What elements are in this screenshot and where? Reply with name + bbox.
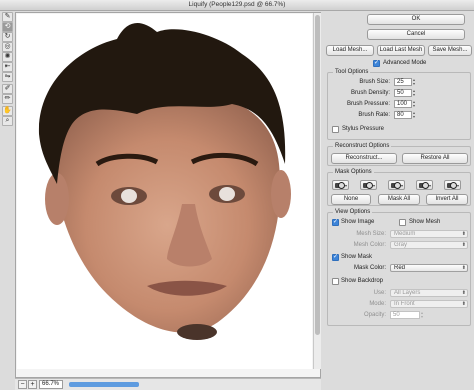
advanced-mode-checkbox[interactable] — [373, 59, 380, 67]
chevron-down-icon: ⬍ — [461, 301, 466, 307]
mask-all-button[interactable]: Mask All — [378, 194, 420, 205]
mask-color-select[interactable]: Red ⬍ — [390, 264, 468, 272]
hand-icon[interactable]: ✋ — [2, 106, 13, 116]
mask-color-label: Mask Color: — [353, 265, 386, 271]
window-title: Liquify (People129.psd @ 66.7%) — [188, 1, 286, 8]
brush-size-label: Brush Size: — [359, 79, 390, 85]
mask-options-title: Mask Options — [333, 169, 374, 175]
show-image-label: Show Image — [341, 219, 375, 225]
reconstruct-options-title: Reconstruct Options — [333, 143, 392, 149]
mirror-icon[interactable]: ⇋ — [2, 72, 13, 82]
stylus-pressure-label: Stylus Pressure — [342, 126, 385, 132]
ok-button[interactable]: OK — [367, 14, 465, 25]
show-image-checkbox[interactable] — [332, 218, 339, 226]
backdrop-opacity-label: Opacity: — [363, 312, 386, 318]
show-backdrop-label: Show Backdrop — [341, 278, 384, 284]
reconstruct-options-section: Reconstruct Options Reconstruct... Resto… — [327, 143, 471, 166]
mask-color-value: Red — [394, 265, 406, 271]
scroll-thumb[interactable] — [315, 15, 320, 335]
brush-density-field[interactable]: 50 — [394, 89, 412, 97]
invert-all-button[interactable]: Invert All — [426, 194, 468, 205]
reconstruct-icon[interactable]: ⟲ — [2, 22, 13, 32]
view-options-section: View Options Show Image Show Mesh Mesh S… — [327, 209, 471, 326]
backdrop-use-select[interactable]: All Layers ⬍ — [390, 289, 468, 297]
tool-options-title: Tool Options — [333, 69, 371, 75]
restore-all-button[interactable]: Restore All — [402, 153, 468, 164]
mesh-size-label: Mesh Size: — [356, 231, 386, 237]
cancel-button[interactable]: Cancel — [367, 29, 465, 40]
preview-area — [15, 12, 321, 378]
replace-selection-icon[interactable]: ▾ — [332, 180, 349, 190]
chevron-down-icon: ⬍ — [461, 265, 466, 271]
zoom-icon[interactable]: ⌕ — [2, 116, 13, 126]
backdrop-mode-select[interactable]: In Front ⬍ — [390, 300, 468, 308]
brush-density-label: Brush Density: — [350, 90, 390, 96]
load-last-mesh-button[interactable]: Load Last Mesh — [377, 45, 425, 56]
face-image — [38, 22, 291, 340]
brush-rate-label: Brush Rate: — [358, 112, 390, 118]
backdrop-mode-label: Mode: — [369, 301, 386, 307]
view-options-title: View Options — [333, 209, 373, 215]
brush-pressure-field[interactable]: 100 — [394, 100, 412, 108]
show-mask-checkbox[interactable] — [332, 253, 339, 261]
mask-mode-row: ▾ ▾ ▾ ▾ ▾ — [328, 180, 472, 191]
zoom-in-button[interactable]: + — [28, 380, 37, 389]
horizontal-scrollbar[interactable] — [69, 382, 139, 387]
intersect-selection-icon[interactable]: ▾ — [416, 180, 433, 190]
show-mesh-label: Show Mesh — [409, 219, 441, 225]
subtract-from-selection-icon[interactable]: ▾ — [388, 180, 405, 190]
freeze-mask-icon[interactable]: ✐ — [2, 84, 13, 94]
forward-warp-icon[interactable]: ✎ — [2, 12, 13, 22]
tool-options-section: Tool Options Brush Size: 25 ▴ ▾ Brush Den… — [327, 69, 471, 140]
backdrop-mode-value: In Front — [394, 301, 415, 307]
zoom-bar: − + 66.7% — [15, 378, 321, 390]
mesh-size-value: Medium — [394, 231, 416, 237]
brush-pressure-label: Brush Pressure: — [346, 101, 390, 107]
chevron-down-icon: ⬍ — [461, 242, 466, 248]
brush-pressure-stepper-icon[interactable]: ▴ ▾ — [413, 100, 417, 108]
image-canvas[interactable] — [17, 14, 312, 369]
brush-size-stepper-icon[interactable]: ▴ ▾ — [413, 78, 417, 86]
brush-density-stepper-icon[interactable]: ▴ ▾ — [413, 89, 417, 97]
show-mask-label: Show Mask — [341, 254, 373, 260]
bloat-icon[interactable]: ✺ — [2, 52, 13, 62]
brush-size-field[interactable]: 25 — [394, 78, 412, 86]
brush-rate-stepper-icon[interactable]: ▴ ▾ — [413, 111, 417, 119]
mesh-color-value: Gray — [394, 242, 408, 248]
save-mesh-button[interactable]: Save Mesh... — [428, 45, 472, 56]
add-to-selection-icon[interactable]: ▾ — [360, 180, 377, 190]
brush-rate-field[interactable]: 80 — [394, 111, 412, 119]
mask-options-section: Mask Options ▾ ▾ ▾ ▾ ▾ None Mask All Inv… — [327, 169, 472, 206]
zoom-level-field[interactable]: 66.7% — [39, 380, 63, 389]
show-mesh-checkbox[interactable] — [399, 219, 406, 226]
load-mesh-button[interactable]: Load Mesh... — [326, 45, 374, 56]
stylus-pressure-checkbox[interactable] — [332, 126, 339, 133]
show-backdrop-checkbox[interactable] — [332, 278, 339, 285]
backdrop-use-value: All Layers — [394, 290, 421, 296]
reconstruct-button[interactable]: Reconstruct... — [331, 153, 397, 164]
mesh-color-select[interactable]: Gray ⬍ — [390, 241, 468, 249]
pucker-icon[interactable]: ◎ — [2, 42, 13, 52]
zoom-out-button[interactable]: − — [18, 380, 27, 389]
backdrop-use-label: Use: — [373, 290, 386, 296]
backdrop-opacity-stepper-icon[interactable]: ▴ ▾ — [421, 311, 425, 319]
advanced-mode-label: Advanced Mode — [383, 60, 427, 66]
chevron-down-icon: ⬍ — [461, 231, 466, 237]
liquify-window: Liquify (People129.psd @ 66.7%) ✎ ⟲ ↻ ◎ … — [0, 0, 474, 390]
backdrop-opacity-field[interactable]: 50 — [390, 311, 420, 319]
options-panel: OK Cancel Load Mesh... Load Last Mesh Sa… — [324, 12, 474, 390]
title-bar: Liquify (People129.psd @ 66.7%) — [0, 0, 474, 11]
mesh-size-select[interactable]: Medium ⬍ — [390, 230, 468, 238]
vertical-scrollbar[interactable] — [313, 13, 321, 369]
mask-none-button[interactable]: None — [331, 194, 371, 205]
push-left-icon[interactable]: ⇤ — [2, 62, 13, 72]
invert-selection-icon[interactable]: ▾ — [444, 180, 461, 190]
twirl-icon[interactable]: ↻ — [2, 32, 13, 42]
thaw-mask-icon[interactable]: ✏ — [2, 94, 13, 104]
tool-strip: ✎ ⟲ ↻ ◎ ✺ ⇤ ⇋ ✐ ✏ ✋ ⌕ — [1, 12, 14, 126]
mesh-color-label: Mesh Color: — [353, 242, 386, 248]
chevron-down-icon: ⬍ — [461, 290, 466, 296]
